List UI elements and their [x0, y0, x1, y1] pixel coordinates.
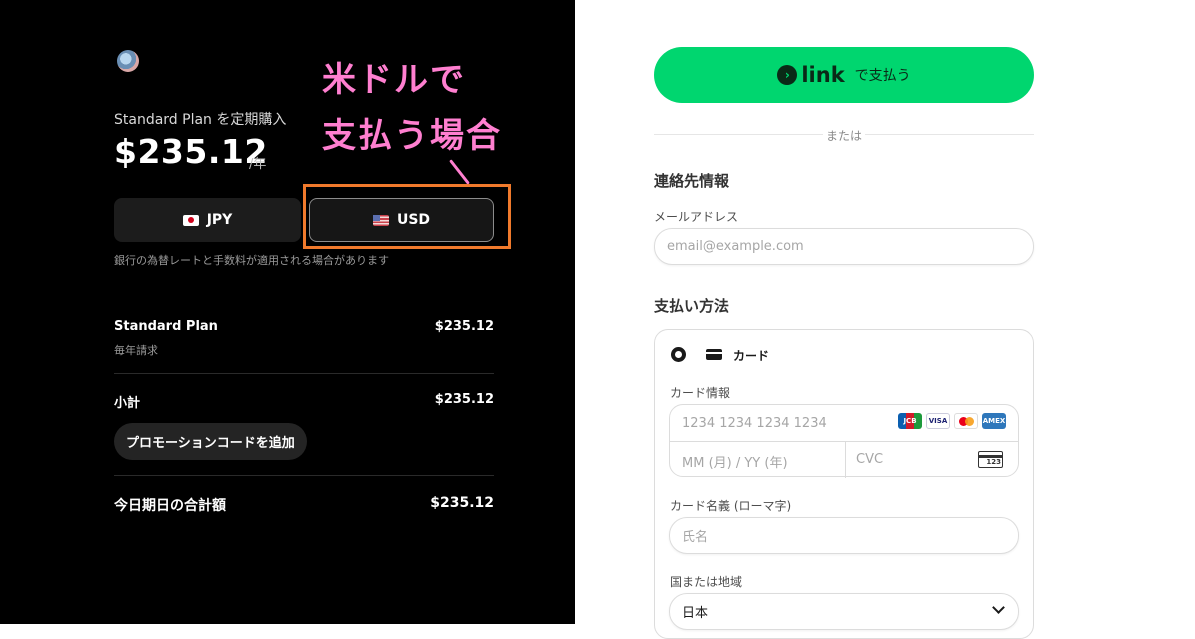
- price-unit: /年: [249, 157, 267, 172]
- subtotal-label: 小計: [114, 396, 141, 411]
- add-promo-code-button[interactable]: プロモーションコードを追加: [114, 423, 307, 460]
- divider: [114, 475, 494, 476]
- annotation-line-1: 米ドルで: [322, 60, 466, 100]
- country-select[interactable]: 日本: [669, 593, 1019, 630]
- cvc-card-icon: 123: [978, 451, 1003, 468]
- annotation-pointer: [449, 159, 470, 185]
- card-number-input[interactable]: 1234 1234 1234 1234: [682, 416, 827, 431]
- link-arrow-icon: ›: [777, 65, 798, 85]
- visa-icon: VISA: [926, 413, 950, 429]
- contact-section-title: 連絡先情報: [654, 172, 730, 190]
- card-option-label: カード: [733, 349, 770, 363]
- cardholder-name-field[interactable]: 氏名: [669, 517, 1019, 554]
- email-label: メールアドレス: [654, 210, 739, 224]
- merchant-logo: [117, 50, 139, 72]
- currency-jpy-button[interactable]: JPY: [114, 198, 301, 242]
- divider: [670, 441, 1018, 442]
- total-row: 今日期日の合計額 $235.12: [114, 495, 494, 515]
- line-item-name: Standard Plan: [114, 319, 218, 334]
- card-info-label: カード情報: [670, 386, 731, 400]
- credit-card-icon: [706, 349, 722, 360]
- jcb-icon: JCB: [898, 413, 922, 429]
- link-suffix: で支払う: [854, 68, 911, 84]
- divider: [845, 441, 846, 478]
- total-value: $235.12: [430, 495, 494, 511]
- email-field[interactable]: email@example.com: [654, 228, 1034, 265]
- pay-with-link-button[interactable]: › link で支払う: [654, 47, 1034, 103]
- billing-frequency: 毎年請求: [114, 344, 158, 357]
- line-item-row: Standard Plan $235.12: [114, 319, 494, 334]
- link-brand: link: [801, 63, 845, 87]
- cvc-input[interactable]: CVC: [856, 452, 883, 467]
- subtotal-value: $235.12: [434, 392, 494, 407]
- fx-note: 銀行の為替レートと手数料が適用される場合があります: [114, 254, 389, 267]
- annotation-line-2: 支払う場合: [322, 116, 502, 156]
- plan-title: Standard Plan を定期購入: [114, 112, 287, 128]
- amex-icon: AMEX: [982, 413, 1006, 429]
- or-text: または: [823, 127, 865, 144]
- jp-flag-icon: [182, 214, 199, 226]
- country-label: 国または地域: [670, 575, 743, 589]
- expiry-input[interactable]: MM (月) / YY (年): [682, 452, 788, 471]
- card-radio-button[interactable]: [671, 347, 686, 362]
- annotation-highlight-box: [303, 184, 511, 249]
- currency-label: JPY: [206, 212, 233, 228]
- payment-section-title: 支払い方法: [654, 297, 730, 315]
- cardholder-label: カード名義 (ローマ字): [670, 499, 792, 513]
- price: $235.12: [114, 132, 268, 171]
- mastercard-icon: [954, 413, 978, 429]
- total-label: 今日期日の合計額: [114, 498, 226, 514]
- subtotal-row: 小計 $235.12: [114, 392, 494, 411]
- divider: [114, 373, 494, 374]
- line-item-price: $235.12: [434, 319, 494, 334]
- checkout-form-panel: › link で支払う または 連絡先情報 メールアドレス email@exam…: [575, 0, 1195, 639]
- country-value: 日本: [682, 606, 709, 621]
- order-summary-panel: Standard Plan を定期購入 $235.12 /年 米ドルで 支払う場…: [0, 0, 575, 624]
